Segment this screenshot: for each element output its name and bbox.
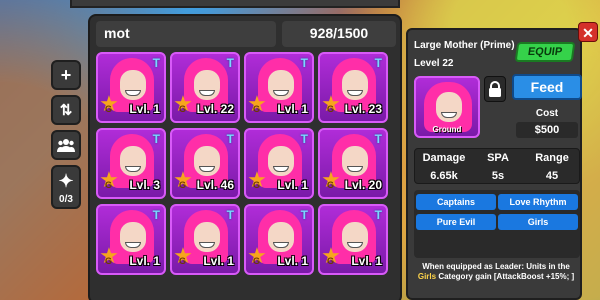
cost-value: $500	[516, 122, 578, 138]
unit-level-label: Lvl. 1	[351, 254, 382, 268]
tier-badge: T	[374, 132, 382, 146]
team-button[interactable]	[51, 130, 81, 160]
unit-level-label: Lvl. 22	[196, 102, 234, 116]
unit-card[interactable]: T ★ G Lvl. 1	[318, 204, 388, 275]
unit-level-label: Lvl. 1	[277, 102, 308, 116]
tier-badge: T	[300, 132, 308, 146]
rarity-star-icon: ★ G	[173, 243, 193, 268]
rarity-star-icon: ★ G	[99, 243, 119, 268]
tier-badge: T	[226, 208, 234, 222]
equipped-count: 0/3	[59, 194, 73, 205]
spa-stat: SPA 5s	[487, 152, 509, 182]
search-input[interactable]: mot	[96, 21, 276, 47]
tier-badge: T	[300, 56, 308, 70]
unit-level-label: Lvl. 23	[344, 102, 382, 116]
rarity-star-icon: ★ G	[247, 91, 267, 116]
rarity-star-icon: ★ G	[247, 243, 267, 268]
top-bar	[70, 0, 400, 8]
rarity-star-icon: ★ G	[321, 91, 341, 116]
unit-level-label: Lvl. 1	[277, 178, 308, 192]
equipped-slots-button[interactable]: ✦ 0/3	[51, 165, 81, 209]
tier-badge: T	[226, 132, 234, 146]
trait-tag[interactable]: Captains	[416, 194, 496, 210]
lock-icon	[489, 81, 501, 97]
leader-bonus-text: When equipped as Leader: Units in the Gi…	[417, 262, 575, 281]
tier-badge: T	[374, 56, 382, 70]
rarity-star-icon: ★ G	[99, 91, 119, 116]
traits-box: Captains Love Rhythm Pure Evil Girls	[414, 190, 580, 258]
plus-icon: +	[60, 64, 72, 85]
unit-level-label: Lvl. 1	[129, 254, 160, 268]
sort-button[interactable]: ⇅	[51, 95, 81, 125]
tier-badge: T	[152, 208, 160, 222]
unit-level-label: Lvl. 20	[344, 178, 382, 192]
unit-card[interactable]: T ★ G Lvl. 22	[170, 52, 240, 123]
unit-level-label: Lvl. 3	[129, 178, 160, 192]
add-button[interactable]: +	[51, 60, 81, 90]
trait-tag[interactable]: Girls	[498, 214, 578, 230]
unit-inventory-panel: mot 928/1500 T ★ G Lvl. 1 T ★ G Lvl. 22 T ★ G Lvl. …	[88, 14, 402, 300]
feed-button[interactable]: Feed	[512, 74, 582, 100]
rarity-star-icon: ★ G	[321, 167, 341, 192]
inventory-capacity: 928/1500	[282, 21, 396, 47]
rarity-star-icon: ★ G	[173, 91, 193, 116]
lock-button[interactable]	[484, 76, 506, 102]
tier-badge: T	[300, 208, 308, 222]
unit-card[interactable]: T ★ G Lvl. 46	[170, 128, 240, 199]
unit-level-label: Lvl. 1	[129, 102, 160, 116]
tier-badge: T	[152, 56, 160, 70]
unit-card[interactable]: T ★ G Lvl. 3	[96, 128, 166, 199]
unit-level-label: Lvl. 1	[277, 254, 308, 268]
unit-detail-panel: Large Mother (Prime) Level 22 EQUIP Grou…	[406, 28, 582, 300]
rarity-star-icon: ★ G	[173, 167, 193, 192]
unit-card[interactable]: T ★ G Lvl. 1	[96, 204, 166, 275]
unit-card[interactable]: T ★ G Lvl. 1	[244, 204, 314, 275]
rarity-star-icon: ★ G	[321, 243, 341, 268]
tier-badge: T	[374, 208, 382, 222]
unit-grid: T ★ G Lvl. 1 T ★ G Lvl. 22 T ★ G Lvl. 1 T ★ G Lvl. 23 T ★…	[96, 52, 388, 275]
unit-name: Large Mother (Prime)	[414, 40, 515, 51]
placement-label: Ground	[432, 125, 462, 134]
trait-tag[interactable]: Pure Evil	[416, 214, 496, 230]
unit-level-label: Lvl. 46	[196, 178, 234, 192]
unit-level: Level 22	[414, 58, 454, 69]
cost-label: Cost	[535, 108, 559, 119]
tier-badge: T	[226, 56, 234, 70]
unit-card[interactable]: T ★ G Lvl. 23	[318, 52, 388, 123]
equip-button[interactable]: EQUIP	[514, 42, 576, 62]
range-stat: Range 45	[535, 152, 569, 182]
unit-card[interactable]: T ★ G Lvl. 1	[170, 204, 240, 275]
sort-arrows-icon: ⇅	[59, 102, 73, 119]
sparkle-icon: ✦	[58, 171, 74, 191]
tier-badge: T	[152, 132, 160, 146]
unit-card[interactable]: T ★ G Lvl. 1	[96, 52, 166, 123]
unit-card[interactable]: T ★ G Lvl. 20	[318, 128, 388, 199]
close-button[interactable]: ✕	[578, 22, 598, 42]
unit-level-label: Lvl. 1	[203, 254, 234, 268]
unit-card[interactable]: T ★ G Lvl. 1	[244, 128, 314, 199]
rarity-star-icon: ★ G	[247, 167, 267, 192]
damage-stat: Damage 6.65k	[422, 152, 466, 182]
group-icon	[57, 139, 75, 152]
rarity-star-icon: ★ G	[99, 167, 119, 192]
unit-card[interactable]: T ★ G Lvl. 1	[244, 52, 314, 123]
unit-portrait: Ground	[414, 76, 480, 138]
trait-tag[interactable]: Love Rhythm	[498, 194, 578, 210]
unit-stats: Damage 6.65k SPA 5s Range 45	[414, 148, 580, 184]
